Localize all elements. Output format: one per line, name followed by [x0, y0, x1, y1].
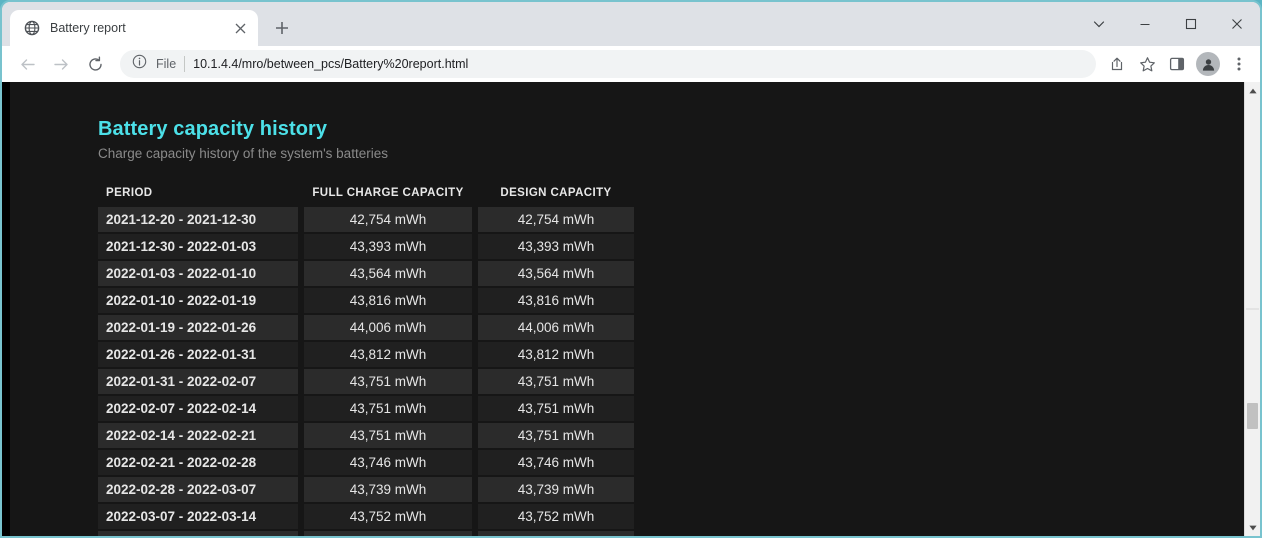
table-body: 2021-12-20 - 2021-12-3042,754 mWh42,754 … — [98, 207, 634, 536]
cell-design-capacity: 43,752 mWh — [478, 504, 634, 529]
cell-design-capacity: 42,754 mWh — [478, 207, 634, 232]
scroll-down-arrow-icon[interactable] — [1245, 519, 1260, 536]
cell-full-charge-capacity: 43,751 mWh — [304, 423, 472, 448]
scrollbar-thumb[interactable] — [1247, 403, 1258, 429]
cell-period: 2021-12-20 - 2021-12-30 — [98, 207, 298, 232]
cell-design-capacity: 43,763 mWh — [478, 531, 634, 536]
cell-period: 2022-03-14 - 2022-03-21 — [98, 531, 298, 536]
table-header: PERIOD FULL CHARGE CAPACITY DESIGN CAPAC… — [98, 185, 634, 205]
cell-design-capacity: 44,006 mWh — [478, 315, 634, 340]
cell-full-charge-capacity: 43,816 mWh — [304, 288, 472, 313]
cell-full-charge-capacity: 43,752 mWh — [304, 504, 472, 529]
scrollbar-track-mark — [1246, 308, 1259, 310]
forward-button[interactable] — [44, 49, 78, 79]
browser-window: Battery report — [0, 0, 1262, 538]
battery-capacity-history-table: PERIOD FULL CHARGE CAPACITY DESIGN CAPAC… — [92, 183, 640, 536]
page-title: Battery capacity history — [98, 116, 1244, 142]
new-tab-button[interactable] — [268, 14, 296, 42]
cell-period: 2022-02-14 - 2022-02-21 — [98, 423, 298, 448]
page-subtitle: Charge capacity history of the system's … — [98, 144, 1244, 164]
page-viewport: Battery capacity history Charge capacity… — [2, 82, 1260, 536]
cell-period: 2022-02-28 - 2022-03-07 — [98, 477, 298, 502]
cell-full-charge-capacity: 43,564 mWh — [304, 261, 472, 286]
cell-full-charge-capacity: 44,006 mWh — [304, 315, 472, 340]
browser-toolbar: File 10.1.4.4/mro/between_pcs/Battery%20… — [2, 46, 1260, 82]
table-row: 2022-01-31 - 2022-02-0743,751 mWh43,751 … — [98, 369, 634, 394]
table-row: 2022-02-14 - 2022-02-2143,751 mWh43,751 … — [98, 423, 634, 448]
info-circle-icon[interactable] — [132, 54, 148, 74]
table-row: 2022-01-03 - 2022-01-1043,564 mWh43,564 … — [98, 261, 634, 286]
cell-full-charge-capacity: 43,393 mWh — [304, 234, 472, 259]
table-row: 2022-02-07 - 2022-02-1443,751 mWh43,751 … — [98, 396, 634, 421]
table-row: 2021-12-20 - 2021-12-3042,754 mWh42,754 … — [98, 207, 634, 232]
address-bar[interactable]: File 10.1.4.4/mro/between_pcs/Battery%20… — [120, 50, 1096, 78]
cell-design-capacity: 43,739 mWh — [478, 477, 634, 502]
url-scheme-label: File — [156, 57, 176, 71]
cell-full-charge-capacity: 43,763 mWh — [304, 531, 472, 536]
cell-design-capacity: 43,751 mWh — [478, 423, 634, 448]
cell-full-charge-capacity: 43,751 mWh — [304, 369, 472, 394]
maximize-button[interactable] — [1168, 2, 1214, 46]
table-row: 2022-01-10 - 2022-01-1943,816 mWh43,816 … — [98, 288, 634, 313]
cell-full-charge-capacity: 43,751 mWh — [304, 396, 472, 421]
column-header-full-charge-capacity: FULL CHARGE CAPACITY — [304, 185, 472, 205]
cell-period: 2022-02-07 - 2022-02-14 — [98, 396, 298, 421]
cell-design-capacity: 43,564 mWh — [478, 261, 634, 286]
omnibox-divider — [184, 56, 185, 72]
column-header-period: PERIOD — [98, 185, 298, 205]
cell-period: 2022-01-03 - 2022-01-10 — [98, 261, 298, 286]
cell-design-capacity: 43,393 mWh — [478, 234, 634, 259]
browser-tab[interactable]: Battery report — [10, 10, 258, 46]
tab-search-button[interactable] — [1076, 2, 1122, 46]
star-icon[interactable] — [1132, 49, 1162, 79]
battery-report-page: Battery capacity history Charge capacity… — [10, 82, 1244, 536]
minimize-button[interactable] — [1122, 2, 1168, 46]
table-row: 2022-02-28 - 2022-03-0743,739 mWh43,739 … — [98, 477, 634, 502]
tab-strip: Battery report — [2, 2, 1260, 46]
cell-design-capacity: 43,812 mWh — [478, 342, 634, 367]
cell-full-charge-capacity: 43,812 mWh — [304, 342, 472, 367]
cell-full-charge-capacity: 43,746 mWh — [304, 450, 472, 475]
table-row: 2022-01-19 - 2022-01-2644,006 mWh44,006 … — [98, 315, 634, 340]
table-row: 2022-03-14 - 2022-03-21 43,763 mWh 43,763 … — [98, 531, 634, 536]
vertical-scrollbar[interactable] — [1244, 82, 1260, 536]
cell-period: 2021-12-30 - 2022-01-03 — [98, 234, 298, 259]
cell-period: 2022-01-19 - 2022-01-26 — [98, 315, 298, 340]
cell-full-charge-capacity: 42,754 mWh — [304, 207, 472, 232]
scroll-up-arrow-icon[interactable] — [1245, 82, 1260, 99]
cell-design-capacity: 43,816 mWh — [478, 288, 634, 313]
window-controls — [1076, 2, 1260, 46]
column-header-design-capacity: DESIGN CAPACITY — [478, 185, 634, 205]
cell-period: 2022-03-07 - 2022-03-14 — [98, 504, 298, 529]
table-row: 2021-12-30 - 2022-01-0343,393 mWh43,393 … — [98, 234, 634, 259]
share-icon[interactable] — [1102, 49, 1132, 79]
cell-period: 2022-01-10 - 2022-01-19 — [98, 288, 298, 313]
close-icon[interactable] — [230, 18, 250, 38]
cell-full-charge-capacity: 43,739 mWh — [304, 477, 472, 502]
table-row: 2022-01-26 - 2022-01-3143,812 mWh43,812 … — [98, 342, 634, 367]
cell-period: 2022-02-21 - 2022-02-28 — [98, 450, 298, 475]
browser-menu-button[interactable] — [1224, 49, 1254, 79]
table-row: 2022-02-21 - 2022-02-2843,746 mWh43,746 … — [98, 450, 634, 475]
cell-period: 2022-01-31 - 2022-02-07 — [98, 369, 298, 394]
table-header-row: PERIOD FULL CHARGE CAPACITY DESIGN CAPAC… — [98, 185, 634, 205]
tab-title: Battery report — [50, 20, 220, 36]
back-button[interactable] — [10, 49, 44, 79]
close-window-button[interactable] — [1214, 2, 1260, 46]
globe-icon — [24, 20, 40, 36]
cell-period: 2022-01-26 - 2022-01-31 — [98, 342, 298, 367]
side-panel-icon[interactable] — [1162, 49, 1192, 79]
table-row: 2022-03-07 - 2022-03-1443,752 mWh43,752 … — [98, 504, 634, 529]
cell-design-capacity: 43,751 mWh — [478, 369, 634, 394]
url-text[interactable]: 10.1.4.4/mro/between_pcs/Battery%20repor… — [193, 57, 468, 71]
avatar[interactable] — [1196, 52, 1220, 76]
cell-design-capacity: 43,746 mWh — [478, 450, 634, 475]
cell-design-capacity: 43,751 mWh — [478, 396, 634, 421]
reload-button[interactable] — [78, 49, 112, 79]
